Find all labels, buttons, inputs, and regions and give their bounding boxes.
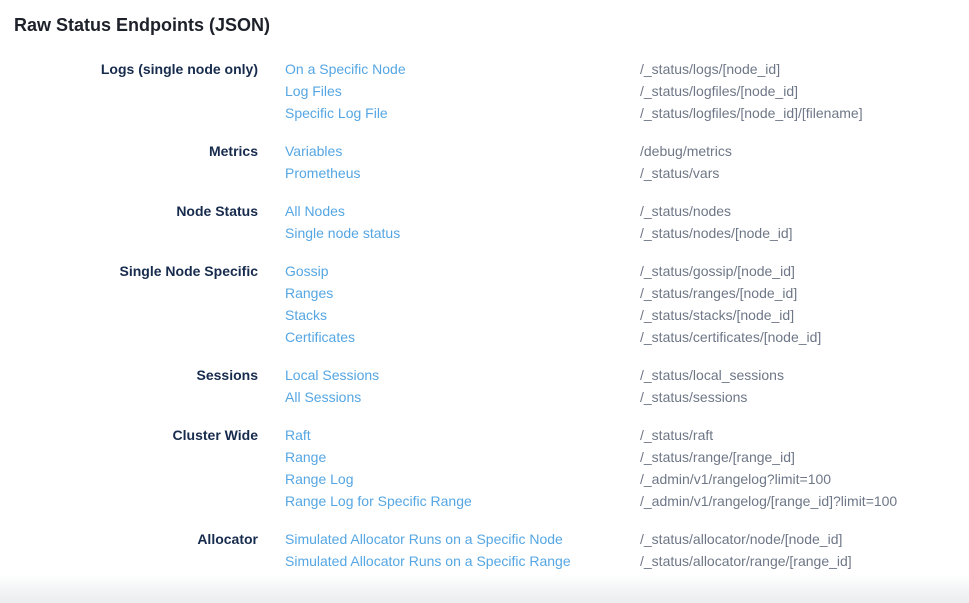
endpoint-link[interactable]: All Sessions: [285, 386, 640, 408]
endpoint-group: Sessions Local Sessions /_status/local_s…: [0, 364, 969, 408]
category-label: Node Status: [0, 200, 258, 222]
endpoint-link[interactable]: Raft: [285, 424, 640, 446]
endpoint-path: /_status/allocator/range/[range_id]: [640, 550, 852, 572]
endpoint-row: Simulated Allocator Runs on a Specific N…: [285, 528, 969, 550]
endpoint-path: /_admin/v1/rangelog/[range_id]?limit=100: [640, 490, 897, 512]
endpoint-row: Specific Log File /_status/logfiles/[nod…: [285, 102, 969, 124]
endpoint-row: Single node status /_status/nodes/[node_…: [285, 222, 969, 244]
endpoint-group: Allocator Simulated Allocator Runs on a …: [0, 528, 969, 572]
endpoint-link[interactable]: Ranges: [285, 282, 640, 304]
endpoint-rows: Raft /_status/raft Range /_status/range/…: [258, 424, 969, 512]
endpoint-link[interactable]: All Nodes: [285, 200, 640, 222]
endpoint-group: Cluster Wide Raft /_status/raft Range /_…: [0, 424, 969, 512]
endpoint-link[interactable]: Simulated Allocator Runs on a Specific N…: [285, 528, 640, 550]
endpoint-link[interactable]: Specific Log File: [285, 102, 640, 124]
endpoint-row: Simulated Allocator Runs on a Specific R…: [285, 550, 969, 572]
endpoint-row: Stacks /_status/stacks/[node_id]: [285, 304, 969, 326]
endpoint-row: All Sessions /_status/sessions: [285, 386, 969, 408]
endpoint-link[interactable]: On a Specific Node: [285, 58, 640, 80]
endpoint-path: /_status/allocator/node/[node_id]: [640, 528, 842, 550]
category-label: Single Node Specific: [0, 260, 258, 282]
endpoint-link[interactable]: Simulated Allocator Runs on a Specific R…: [285, 550, 640, 572]
footer-strip: [0, 575, 969, 603]
endpoint-row: Local Sessions /_status/local_sessions: [285, 364, 969, 386]
endpoint-group: Metrics Variables /debug/metrics Prometh…: [0, 140, 969, 184]
endpoint-path: /_status/logs/[node_id]: [640, 58, 780, 80]
endpoint-rows: Gossip /_status/gossip/[node_id] Ranges …: [258, 260, 969, 348]
endpoint-row: On a Specific Node /_status/logs/[node_i…: [285, 58, 969, 80]
endpoint-group: Logs (single node only) On a Specific No…: [0, 58, 969, 124]
endpoint-row: Range Log /_admin/v1/rangelog?limit=100: [285, 468, 969, 490]
endpoint-path: /_status/nodes: [640, 200, 731, 222]
endpoint-group: Node Status All Nodes /_status/nodes Sin…: [0, 200, 969, 244]
endpoint-path: /_status/sessions: [640, 386, 747, 408]
endpoint-rows: All Nodes /_status/nodes Single node sta…: [258, 200, 969, 244]
endpoint-path: /_status/gossip/[node_id]: [640, 260, 795, 282]
endpoint-rows: Simulated Allocator Runs on a Specific N…: [258, 528, 969, 572]
endpoint-link[interactable]: Log Files: [285, 80, 640, 102]
category-label: Sessions: [0, 364, 258, 386]
endpoint-row: Ranges /_status/ranges/[node_id]: [285, 282, 969, 304]
endpoint-link[interactable]: Variables: [285, 140, 640, 162]
endpoint-row: Gossip /_status/gossip/[node_id]: [285, 260, 969, 282]
endpoint-link[interactable]: Range Log: [285, 468, 640, 490]
endpoint-rows: On a Specific Node /_status/logs/[node_i…: [258, 58, 969, 124]
endpoint-path: /_status/logfiles/[node_id]: [640, 80, 798, 102]
endpoint-link[interactable]: Range: [285, 446, 640, 468]
endpoint-path: /_admin/v1/rangelog?limit=100: [640, 468, 831, 490]
endpoint-group: Single Node Specific Gossip /_status/gos…: [0, 260, 969, 348]
endpoint-path: /_status/stacks/[node_id]: [640, 304, 794, 326]
endpoint-rows: Variables /debug/metrics Prometheus /_st…: [258, 140, 969, 184]
endpoint-groups: Logs (single node only) On a Specific No…: [0, 37, 969, 572]
endpoint-rows: Local Sessions /_status/local_sessions A…: [258, 364, 969, 408]
endpoint-path: /_status/ranges/[node_id]: [640, 282, 797, 304]
endpoint-row: Raft /_status/raft: [285, 424, 969, 446]
endpoint-link[interactable]: Certificates: [285, 326, 640, 348]
endpoint-path: /_status/local_sessions: [640, 364, 784, 386]
endpoint-link[interactable]: Stacks: [285, 304, 640, 326]
endpoint-path: /_status/range/[range_id]: [640, 446, 795, 468]
endpoint-row: Variables /debug/metrics: [285, 140, 969, 162]
endpoint-link[interactable]: Prometheus: [285, 162, 640, 184]
category-label: Allocator: [0, 528, 258, 550]
endpoint-path: /_status/logfiles/[node_id]/[filename]: [640, 102, 863, 124]
endpoint-row: Range Log for Specific Range /_admin/v1/…: [285, 490, 969, 512]
category-label: Logs (single node only): [0, 58, 258, 80]
endpoint-row: All Nodes /_status/nodes: [285, 200, 969, 222]
category-label: Cluster Wide: [0, 424, 258, 446]
page-title: Raw Status Endpoints (JSON): [0, 0, 969, 37]
endpoint-link[interactable]: Single node status: [285, 222, 640, 244]
endpoint-link[interactable]: Gossip: [285, 260, 640, 282]
endpoint-row: Range /_status/range/[range_id]: [285, 446, 969, 468]
endpoint-row: Certificates /_status/certificates/[node…: [285, 326, 969, 348]
endpoint-path: /_status/certificates/[node_id]: [640, 326, 821, 348]
category-label: Metrics: [0, 140, 258, 162]
endpoint-row: Log Files /_status/logfiles/[node_id]: [285, 80, 969, 102]
endpoint-link[interactable]: Local Sessions: [285, 364, 640, 386]
endpoint-path: /_status/raft: [640, 424, 713, 446]
endpoint-path: /_status/vars: [640, 162, 719, 184]
endpoint-path: /_status/nodes/[node_id]: [640, 222, 793, 244]
endpoint-link[interactable]: Range Log for Specific Range: [285, 490, 640, 512]
raw-status-endpoints-page: Raw Status Endpoints (JSON) Logs (single…: [0, 0, 969, 603]
endpoint-row: Prometheus /_status/vars: [285, 162, 969, 184]
endpoint-path: /debug/metrics: [640, 140, 732, 162]
